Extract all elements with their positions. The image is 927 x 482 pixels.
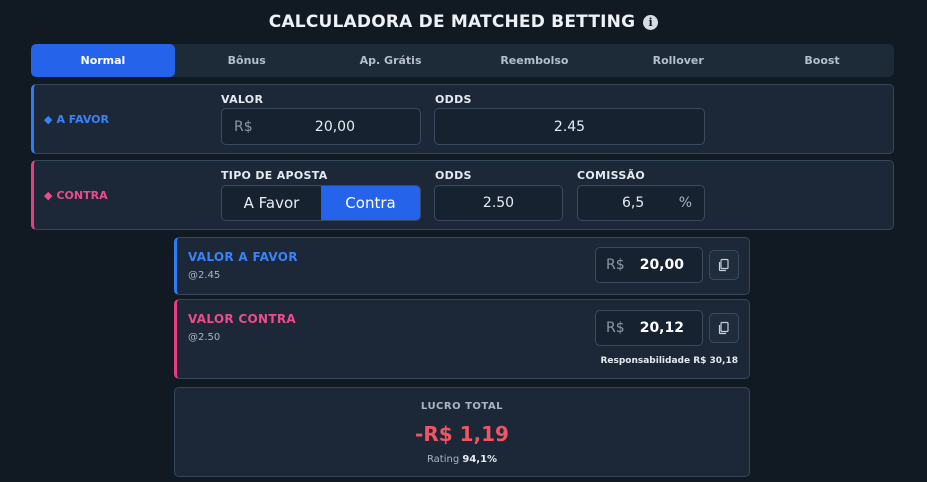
percent-suffix: %	[678, 195, 692, 211]
result-favor-odds: @2.45	[188, 270, 221, 281]
favor-odds-input[interactable]: 2.45	[434, 108, 705, 145]
rating-value: 94,1%	[462, 454, 498, 465]
result-contra-title: VALOR CONTRA	[188, 312, 296, 326]
rating-label: Rating	[426, 454, 463, 465]
diamond-icon: ◆	[44, 188, 53, 202]
comissao-input[interactable]: 6,5 %	[577, 185, 705, 221]
comissao-label: COMISSÃO	[577, 169, 646, 182]
contra-odds-label: ODDS	[435, 169, 472, 182]
tab-boost[interactable]: Boost	[750, 44, 894, 77]
currency-prefix: R$	[606, 257, 625, 273]
page-title-bar: CALCULADORA DE MATCHED BETTING i	[0, 10, 927, 34]
diamond-icon: ◆	[44, 112, 53, 126]
favor-odds-label: ODDS	[435, 93, 472, 106]
result-favor-card: VALOR A FAVOR @2.45 R$ 20,00	[174, 237, 750, 295]
toggle-contra[interactable]: Contra	[321, 186, 420, 220]
valor-label: VALOR	[221, 93, 264, 106]
tipo-aposta-label: TIPO DE APOSTA	[221, 169, 328, 182]
result-contra-value-box: R$ 20,12	[595, 310, 703, 346]
rating-line: Rating 94,1%	[175, 454, 749, 465]
tab-rollover[interactable]: Rollover	[606, 44, 750, 77]
tab-reembolso[interactable]: Reembolso	[462, 44, 606, 77]
copy-favor-button[interactable]	[709, 250, 739, 280]
copy-icon	[718, 321, 729, 335]
favor-side-label: ◆ A FAVOR	[44, 85, 109, 153]
copy-icon	[718, 258, 729, 272]
result-contra-value: 20,12	[639, 320, 684, 336]
total-label: LUCRO TOTAL	[420, 401, 504, 412]
result-contra-card: VALOR CONTRA @2.50 R$ 20,12 Responsabili…	[174, 299, 750, 379]
tab-normal[interactable]: Normal	[31, 44, 175, 77]
contra-side-label: ◆ CONTRA	[44, 161, 108, 229]
result-favor-value: 20,00	[639, 257, 684, 273]
tipo-aposta-toggle: A Favor Contra	[221, 185, 421, 221]
page-title: CALCULADORA DE MATCHED BETTING	[268, 12, 636, 32]
comissao-value: 6,5	[622, 195, 645, 211]
valor-value: 20,00	[314, 118, 355, 135]
contra-odds-input[interactable]: 2.50	[434, 185, 563, 221]
valor-input[interactable]: R$ 20,00	[221, 108, 421, 145]
tab-bonus[interactable]: Bônus	[175, 44, 319, 77]
favor-label: A FAVOR	[56, 112, 109, 126]
responsabilidade-text: Responsabilidade R$ 30,18	[600, 356, 738, 366]
result-contra-odds: @2.50	[188, 332, 221, 343]
favor-panel: ◆ A FAVOR VALOR R$ 20,00 ODDS 2.45	[31, 84, 894, 154]
currency-prefix: R$	[606, 320, 625, 336]
info-icon[interactable]: i	[643, 14, 659, 30]
currency-prefix: R$	[234, 118, 253, 135]
copy-contra-button[interactable]	[709, 313, 739, 343]
contra-panel: ◆ CONTRA TIPO DE APOSTA A Favor Contra O…	[31, 160, 894, 230]
result-favor-value-box: R$ 20,00	[595, 247, 703, 283]
toggle-a-favor[interactable]: A Favor	[222, 186, 321, 220]
contra-label: CONTRA	[56, 188, 108, 202]
total-card: LUCRO TOTAL -R$ 1,19 Rating 94,1%	[174, 387, 750, 477]
mode-tabs: Normal Bônus Ap. Grátis Reembolso Rollov…	[31, 44, 894, 77]
result-favor-title: VALOR A FAVOR	[188, 250, 298, 264]
favor-odds-value: 2.45	[553, 118, 586, 135]
tab-ap-gratis[interactable]: Ap. Grátis	[319, 44, 463, 77]
contra-odds-value: 2.50	[482, 195, 515, 211]
total-value: -R$ 1,19	[415, 422, 509, 446]
